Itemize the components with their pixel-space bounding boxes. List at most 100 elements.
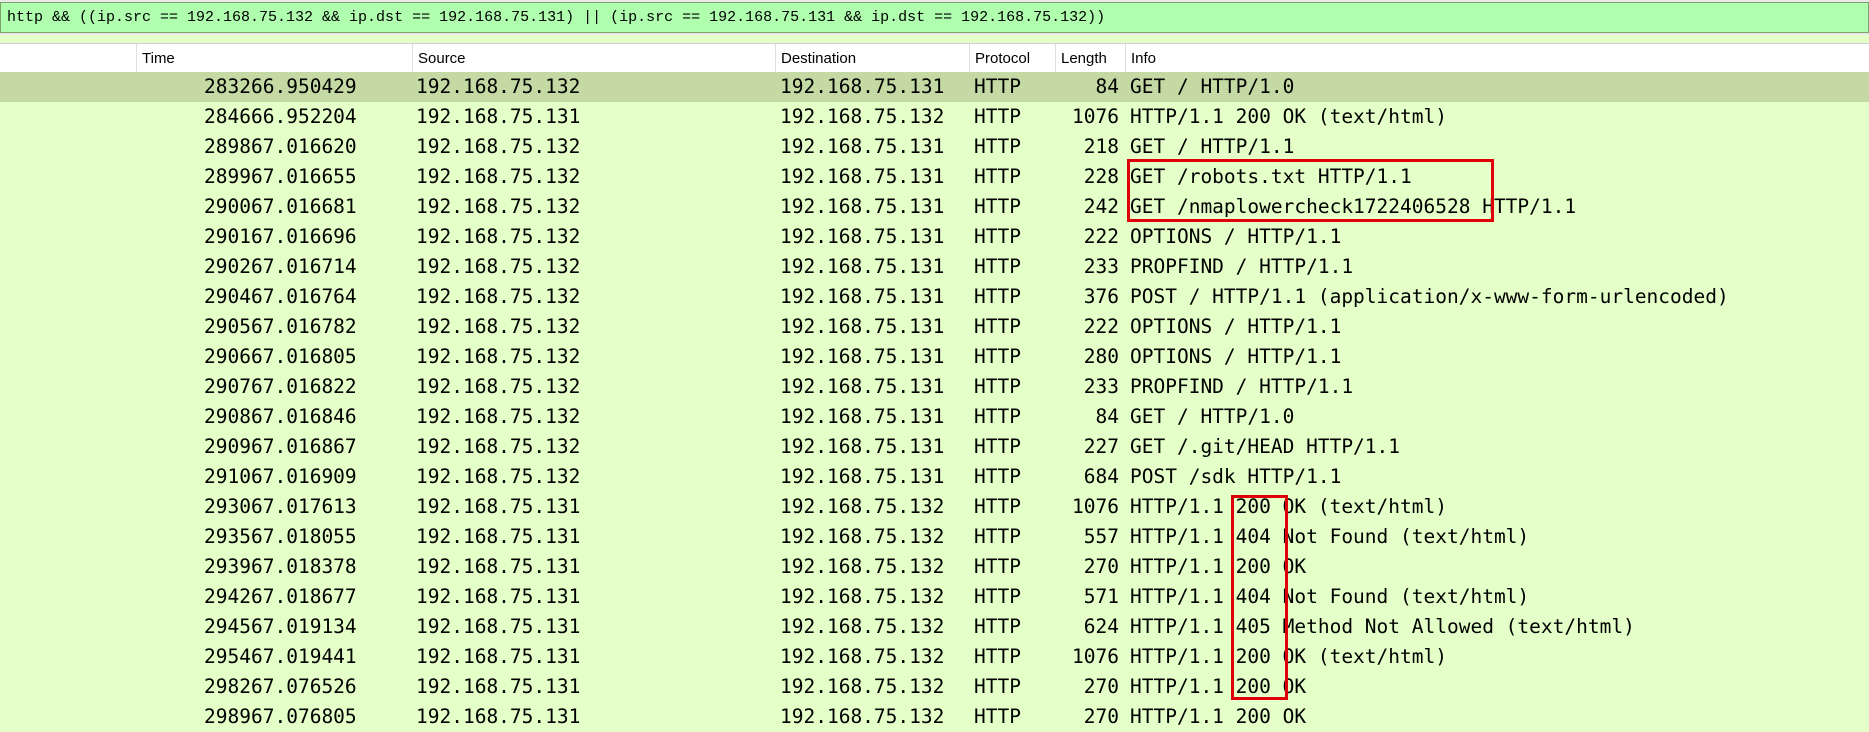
packet-length: 242 [1083, 195, 1119, 218]
packet-protocol: HTTP [974, 405, 1021, 428]
packet-length: 222 [1083, 315, 1119, 338]
packet-length: 1076 [1072, 495, 1119, 518]
column-header-no[interactable] [0, 44, 136, 73]
packet-list-header: Time Source Destination Protocol Length … [0, 43, 1869, 74]
packet-no: 2902 [204, 255, 251, 278]
packet-protocol: HTTP [974, 465, 1021, 488]
packet-source: 192.168.75.132 [416, 435, 581, 458]
packet-no: 2832 [204, 75, 251, 98]
packet-protocol: HTTP [974, 315, 1021, 338]
packet-time: 67.016822 [251, 375, 357, 398]
packet-length: 571 [1083, 585, 1119, 608]
packet-row[interactable]: 2899 67.016655 192.168.75.132 192.168.75.13… [0, 162, 1869, 192]
packet-time: 67.019134 [251, 615, 357, 638]
packet-destination: 192.168.75.131 [780, 75, 945, 98]
packet-destination: 192.168.75.131 [780, 315, 945, 338]
packet-destination: 192.168.75.132 [780, 615, 945, 638]
packet-time: 67.016655 [251, 165, 357, 188]
packet-row[interactable]: 2907 67.016822 192.168.75.132 192.168.75.13… [0, 372, 1869, 402]
packet-row[interactable]: 2902 67.016714 192.168.75.132 192.168.75.13… [0, 252, 1869, 282]
packet-protocol: HTTP [974, 135, 1021, 158]
packet-destination: 192.168.75.132 [780, 675, 945, 698]
packet-length: 222 [1083, 225, 1119, 248]
packet-time: 67.076805 [251, 705, 357, 728]
packet-row[interactable]: 2909 67.016867 192.168.75.132 192.168.75.13… [0, 432, 1869, 462]
packet-length: 84 [1095, 75, 1119, 98]
packet-destination: 192.168.75.132 [780, 555, 945, 578]
packet-info: OPTIONS / HTTP/1.1 [1130, 345, 1342, 368]
packet-time: 67.016696 [251, 225, 357, 248]
column-header-info[interactable]: Info [1125, 44, 1869, 73]
packet-source: 192.168.75.131 [416, 615, 581, 638]
packet-length: 270 [1083, 705, 1119, 728]
packet-source: 192.168.75.131 [416, 675, 581, 698]
packet-protocol: HTTP [974, 555, 1021, 578]
packet-length: 1076 [1072, 105, 1119, 128]
packet-protocol: HTTP [974, 615, 1021, 638]
packet-info: HTTP/1.1 404 Not Found (text/html) [1130, 525, 1530, 548]
packet-length: 270 [1083, 675, 1119, 698]
packet-protocol: HTTP [974, 645, 1021, 668]
packet-no: 2906 [204, 345, 251, 368]
packet-row[interactable]: 2900 67.016681 192.168.75.132 192.168.75.13… [0, 192, 1869, 222]
packet-protocol: HTTP [974, 285, 1021, 308]
packet-destination: 192.168.75.131 [780, 435, 945, 458]
packet-no: 2942 [204, 585, 251, 608]
column-header-source[interactable]: Source [412, 44, 775, 73]
packet-protocol: HTTP [974, 525, 1021, 548]
column-header-destination[interactable]: Destination [775, 44, 969, 73]
packet-row[interactable]: 2942 67.018677 192.168.75.131 192.168.75.13… [0, 582, 1869, 612]
packet-destination: 192.168.75.131 [780, 255, 945, 278]
packet-length: 684 [1083, 465, 1119, 488]
packet-length: 233 [1083, 255, 1119, 278]
column-header-protocol[interactable]: Protocol [969, 44, 1055, 73]
packet-destination: 192.168.75.131 [780, 285, 945, 308]
packet-time: 66.952204 [251, 105, 357, 128]
packet-row[interactable]: 2935 67.018055 192.168.75.131 192.168.75.13… [0, 522, 1869, 552]
packet-row[interactable]: 2930 67.017613 192.168.75.131 192.168.75.13… [0, 492, 1869, 522]
packet-info: POST / HTTP/1.1 (application/x-www-form-… [1130, 285, 1729, 308]
packet-no: 2908 [204, 405, 251, 428]
packet-destination: 192.168.75.131 [780, 465, 945, 488]
packet-row[interactable]: 2905 67.016782 192.168.75.132 192.168.75.13… [0, 312, 1869, 342]
column-header-time[interactable]: Time [136, 44, 412, 73]
display-filter-input[interactable]: http && ((ip.src == 192.168.75.132 && ip… [0, 2, 1869, 33]
packet-destination: 192.168.75.131 [780, 345, 945, 368]
packet-time: 67.016782 [251, 315, 357, 338]
packet-row[interactable]: 2846 66.952204 192.168.75.131 192.168.75.13… [0, 102, 1869, 132]
packet-row[interactable]: 2910 67.016909 192.168.75.132 192.168.75.13… [0, 462, 1869, 492]
packet-source: 192.168.75.132 [416, 405, 581, 428]
packet-destination: 192.168.75.131 [780, 375, 945, 398]
packet-row[interactable]: 2939 67.018378 192.168.75.131 192.168.75.13… [0, 552, 1869, 582]
packet-row[interactable]: 2908 67.016846 192.168.75.132 192.168.75.13… [0, 402, 1869, 432]
packet-no: 2899 [204, 165, 251, 188]
packet-row[interactable]: 2904 67.016764 192.168.75.132 192.168.75.13… [0, 282, 1869, 312]
packet-source: 192.168.75.132 [416, 255, 581, 278]
packet-protocol: HTTP [974, 375, 1021, 398]
packet-source: 192.168.75.131 [416, 525, 581, 548]
packet-row[interactable]: 2832 66.950429 192.168.75.132 192.168.75.13… [0, 72, 1869, 102]
packet-source: 192.168.75.131 [416, 555, 581, 578]
packet-row[interactable]: 2906 67.016805 192.168.75.132 192.168.75.13… [0, 342, 1869, 372]
packet-time: 67.019441 [251, 645, 357, 668]
packet-source: 192.168.75.132 [416, 285, 581, 308]
packet-list: 2832 66.950429 192.168.75.132 192.168.75.13… [0, 72, 1869, 702]
packet-row[interactable]: 2898 67.016620 192.168.75.132 192.168.75.13… [0, 132, 1869, 162]
column-header-length[interactable]: Length [1055, 44, 1125, 73]
packet-length: 227 [1083, 435, 1119, 458]
packet-info: GET /nmaplowercheck1722406528 HTTP/1.1 [1130, 195, 1577, 218]
packet-time: 67.017613 [251, 495, 357, 518]
packet-protocol: HTTP [974, 705, 1021, 728]
packet-row[interactable]: 2901 67.016696 192.168.75.132 192.168.75.13… [0, 222, 1869, 252]
packet-row[interactable]: 2982 67.076526 192.168.75.131 192.168.75.13… [0, 672, 1869, 702]
packet-info: HTTP/1.1 200 OK [1130, 705, 1307, 728]
packet-row[interactable]: 2954 67.019441 192.168.75.131 192.168.75.13… [0, 642, 1869, 672]
packet-row[interactable]: 2945 67.019134 192.168.75.131 192.168.75.13… [0, 612, 1869, 642]
packet-row-partial[interactable]: 2989 67.076805 192.168.75.131 192.168.75… [0, 702, 1869, 732]
packet-protocol: HTTP [974, 585, 1021, 608]
packet-source: 192.168.75.131 [416, 495, 581, 518]
packet-destination: 192.168.75.131 [780, 405, 945, 428]
packet-length: 270 [1083, 555, 1119, 578]
packet-info: GET / HTTP/1.0 [1130, 405, 1295, 428]
packet-no: 2930 [204, 495, 251, 518]
